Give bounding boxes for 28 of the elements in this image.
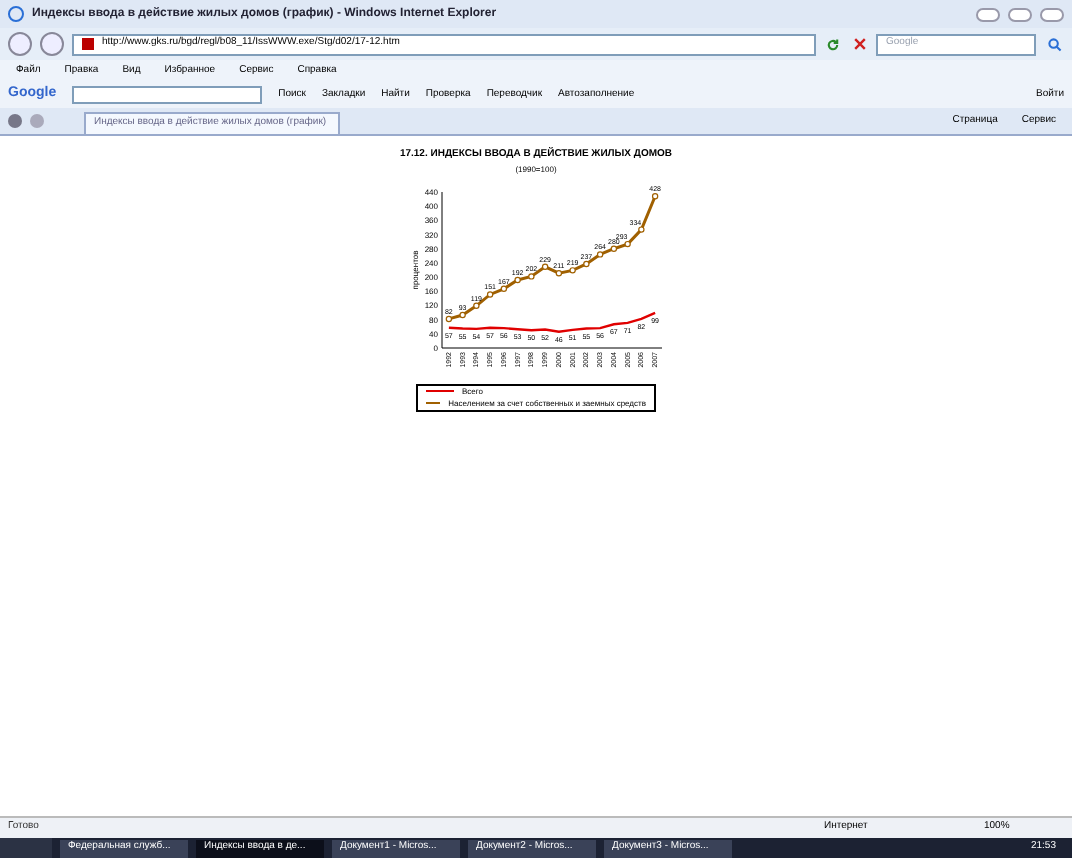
maximize-button[interactable] [1008,7,1032,21]
data-point [569,266,576,273]
data-point [555,269,563,276]
data-point [486,290,494,297]
legend-line-icon [425,389,454,393]
data-point [583,259,590,267]
data-point [624,239,631,247]
data-point [638,225,645,232]
data-point [541,262,549,269]
stop-button[interactable] [850,35,868,53]
data-point [596,250,604,257]
site-icon [82,38,94,50]
back-button[interactable] [8,32,32,56]
data-point [473,301,480,308]
start-button[interactable] [0,838,52,858]
refresh-button[interactable] [824,35,842,53]
data-point [528,272,535,279]
search-button[interactable] [1044,34,1064,54]
data-point [610,244,618,251]
data-point [514,275,521,283]
google-search-field[interactable] [72,86,263,104]
data-point [445,314,453,322]
data-point [459,310,466,318]
data-point [500,284,508,291]
data-point [651,192,659,199]
forward-button[interactable] [40,32,64,56]
minimize-button[interactable] [976,7,1000,21]
close-button[interactable] [1040,7,1064,21]
